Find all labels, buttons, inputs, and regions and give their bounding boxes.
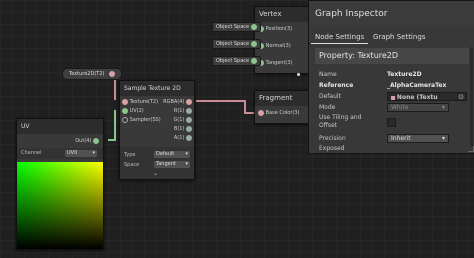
port-dot-rgba	[186, 98, 192, 105]
inspector-tabs: Node Settings Graph Settings	[309, 31, 474, 44]
uv-settings-row: Channel UV0	[17, 148, 103, 159]
fragment-dot-basecolor	[258, 109, 264, 116]
space-label: Space	[124, 162, 140, 168]
port-label-sampler: Sampler(SS)	[129, 117, 161, 123]
texture-thumb-icon	[391, 95, 395, 100]
uv-out-dot	[93, 137, 99, 144]
port-dot-r	[186, 107, 192, 114]
row-exposed-label: Exposed	[319, 145, 345, 152]
wire-rgba-to-basecolor	[196, 100, 246, 102]
sample-output-rgba[interactable]: RGBA(4)	[163, 98, 192, 106]
mode-value: White	[391, 104, 409, 111]
port-label-texture: Texture(T2)	[129, 99, 159, 105]
space-pill-dot-position	[250, 23, 257, 30]
vertex-label-tangent: Tangent(3)	[265, 60, 293, 66]
default-texture-value: None (Textu	[396, 94, 438, 101]
graph-inspector[interactable]: Graph Inspector Node Settings Graph Sett…	[308, 0, 474, 154]
vertex-label-position: Position(3)	[265, 26, 293, 32]
port-label-b: B(1)	[173, 126, 185, 132]
port-label-r: R(1)	[173, 108, 185, 114]
row-name-value[interactable]: Texture2D	[387, 71, 422, 79]
port-label-a: A(1)	[173, 135, 185, 141]
row-precision-label: Precision	[319, 135, 346, 142]
space-pill-label-position: Object Space	[216, 24, 250, 30]
vertex-normal-space[interactable]: Object Space	[212, 39, 261, 49]
uv-channel-value: UV0	[67, 150, 78, 156]
uv-channel-label: Channel	[21, 150, 42, 156]
tab-graph-settings[interactable]: Graph Settings	[369, 31, 429, 43]
vertex-port-position[interactable]: Position(3)	[258, 25, 292, 33]
sample-settings: Type Default Space Tangent ⌄	[120, 147, 194, 179]
sample-input-uv[interactable]: UV(2)	[122, 107, 144, 115]
mode-dropdown[interactable]: White	[387, 103, 449, 112]
vertex-title: Vertex	[255, 7, 311, 22]
uv-channel-select[interactable]: UV0	[65, 150, 97, 157]
tiling-checkbox[interactable]	[387, 118, 396, 127]
uv-node[interactable]: UV Out(4) Channel UV0	[16, 118, 104, 250]
port-dot-g	[186, 116, 192, 123]
texture-property-label: Texture2D(T2)	[69, 71, 105, 77]
port-dot-texture	[122, 98, 128, 105]
row-reference-label: Reference	[319, 82, 354, 89]
row-default-label: Default	[319, 93, 341, 100]
precision-dropdown[interactable]: Inherit	[387, 134, 449, 143]
sample-output-g[interactable]: G(1)	[173, 116, 192, 124]
inspector-resize-handle[interactable]	[468, 146, 474, 152]
port-label-rgba: RGBA(4)	[163, 99, 185, 105]
port-dot-sampler	[122, 116, 128, 123]
default-texture-field[interactable]: None (Textu ⊙	[387, 92, 467, 101]
row-reference-value[interactable]: _AlphaCameraTex	[387, 82, 446, 90]
port-label-uv: UV(2)	[129, 108, 144, 114]
uv-node-title: UV	[17, 119, 103, 134]
sample-texture-node[interactable]: Sample Texture 2D Texture(T2) UV(2) Samp…	[119, 80, 195, 180]
sample-output-b[interactable]: B(1)	[174, 125, 192, 133]
object-picker-icon[interactable]: ⊙	[458, 93, 464, 102]
port-dot-a	[186, 134, 192, 141]
wire-uv-to-sample-v	[114, 110, 116, 141]
port-label-g: G(1)	[173, 117, 185, 123]
row-name-label: Name	[319, 71, 337, 78]
vertex-block[interactable]: Vertex Position(3) Normal(3) Tangent(3)	[254, 6, 312, 74]
type-label: Type	[124, 152, 136, 158]
fragment-port-basecolor[interactable]: Base Color(3)	[258, 109, 300, 117]
tab-node-settings[interactable]: Node Settings	[311, 31, 369, 44]
uv-out-port[interactable]: Out(4)	[75, 137, 99, 145]
fragment-title: Fragment	[255, 91, 311, 106]
vertex-port-normal[interactable]: Normal(3)	[258, 42, 291, 50]
type-select[interactable]: Default	[154, 151, 190, 158]
vertex-port-tangent[interactable]: Tangent(3)	[258, 59, 293, 67]
port-dot-uv	[122, 107, 128, 114]
sample-node-title: Sample Texture 2D	[120, 81, 194, 96]
port-dot-b	[186, 125, 192, 132]
property-header: Property: Texture2D	[315, 48, 469, 64]
vertex-tangent-space[interactable]: Object Space	[212, 56, 261, 66]
row-mode-label: Mode	[319, 104, 336, 111]
precision-value: Inherit	[391, 135, 411, 142]
uv-preview	[17, 162, 103, 249]
sample-input-sampler[interactable]: Sampler(SS)	[122, 116, 161, 124]
vertex-position-space[interactable]: Object Space	[212, 22, 261, 32]
sample-output-a[interactable]: A(1)	[174, 134, 192, 142]
vertex-label-normal: Normal(3)	[265, 43, 291, 49]
sample-input-texture[interactable]: Texture(T2)	[122, 98, 158, 106]
sample-output-r[interactable]: R(1)	[174, 107, 192, 115]
inspector-scrollbar[interactable]	[470, 47, 473, 147]
stack-connector-dot-icon	[297, 73, 300, 76]
space-value: Tangent	[156, 161, 176, 167]
space-pill-label-tangent: Object Space	[216, 58, 250, 64]
fragment-label-basecolor: Base Color(3)	[265, 110, 300, 116]
texture-property-node[interactable]: Texture2D(T2)	[62, 68, 123, 80]
uv-out-label: Out(4)	[75, 138, 92, 144]
space-select[interactable]: Tangent	[154, 161, 190, 168]
space-pill-dot-tangent	[250, 57, 257, 64]
fragment-block[interactable]: Fragment Base Color(3)	[254, 90, 312, 124]
row-tiling-label: Use Tiling and Offset	[319, 114, 362, 129]
inspector-title: Graph Inspector	[309, 1, 474, 27]
type-value: Default	[156, 151, 175, 157]
texture-output-port[interactable]	[109, 70, 116, 77]
space-pill-dot-normal	[250, 40, 257, 47]
collapse-chevron-icon[interactable]: ⌄	[153, 170, 158, 177]
space-pill-label-normal: Object Space	[216, 41, 250, 47]
